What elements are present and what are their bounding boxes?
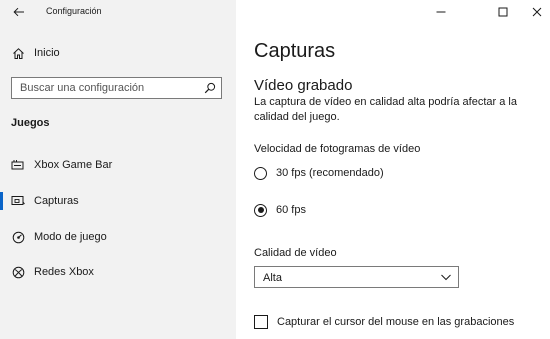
- checkbox-label: Capturar el cursor del mouse en las grab…: [277, 316, 515, 328]
- search-input[interactable]: Buscar una configuración: [11, 77, 222, 99]
- sidebar-item-label: Capturas: [34, 195, 79, 207]
- recorded-video-description: La captura de vídeo en calidad alta podr…: [254, 96, 517, 123]
- sidebar-item-home[interactable]: Inicio: [0, 40, 236, 66]
- sidebar-item-modo-de-juego[interactable]: Modo de juego: [0, 224, 236, 250]
- window-title: Configuración: [46, 6, 102, 16]
- sidebar-item-label: Inicio: [34, 47, 60, 59]
- maximize-icon: [498, 7, 508, 17]
- captures-icon: [11, 194, 25, 208]
- capture-cursor-checkbox[interactable]: [254, 315, 268, 329]
- chevron-down-icon: [441, 274, 451, 281]
- radio-label: 30 fps (recomendado): [276, 167, 384, 179]
- video-quality-dropdown[interactable]: Alta: [254, 266, 459, 288]
- close-icon: [532, 7, 542, 17]
- sidebar-item-redes-xbox[interactable]: Redes Xbox: [0, 259, 236, 285]
- video-quality-label: Calidad de vídeo: [254, 247, 337, 259]
- capture-cursor-checkbox-row[interactable]: Capturar el cursor del mouse en las grab…: [254, 314, 514, 330]
- page-title: Capturas: [254, 40, 336, 62]
- sidebar: Configuración Inicio Buscar una configur…: [0, 0, 236, 339]
- recorded-video-heading: Vídeo grabado: [254, 77, 353, 94]
- radio-button[interactable]: [254, 203, 267, 217]
- radio-label: 60 fps: [276, 204, 306, 216]
- sidebar-item-label: Xbox Game Bar: [34, 159, 113, 171]
- xbox-game-bar-icon: [11, 158, 25, 172]
- sidebar-item-label: Redes Xbox: [34, 266, 94, 278]
- search-placeholder: Buscar una configuración: [20, 82, 145, 94]
- home-icon: [11, 46, 25, 60]
- dropdown-value: Alta: [263, 272, 282, 284]
- minimize-button[interactable]: [432, 4, 450, 20]
- back-arrow-icon: [13, 7, 24, 17]
- close-button[interactable]: [528, 4, 546, 20]
- radio-60fps[interactable]: 60 fps: [254, 202, 306, 218]
- maximize-button[interactable]: [494, 4, 512, 20]
- sidebar-item-xbox-game-bar[interactable]: Xbox Game Bar: [0, 152, 236, 178]
- game-mode-icon: [11, 230, 25, 244]
- main-content: Capturas Vídeo grabado La captura de víd…: [236, 0, 550, 339]
- minimize-icon: [436, 11, 446, 13]
- section-heading: Juegos: [11, 117, 50, 129]
- radio-button[interactable]: [254, 166, 267, 180]
- sidebar-item-label: Modo de juego: [34, 231, 107, 243]
- back-button[interactable]: [8, 2, 30, 22]
- radio-30fps[interactable]: 30 fps (recomendado): [254, 165, 384, 181]
- xbox-icon: [11, 265, 25, 279]
- selection-indicator: [0, 192, 3, 210]
- sidebar-item-capturas[interactable]: Capturas: [0, 188, 236, 214]
- search-icon: [204, 82, 216, 94]
- frame-rate-label: Velocidad de fotogramas de vídeo: [254, 143, 421, 155]
